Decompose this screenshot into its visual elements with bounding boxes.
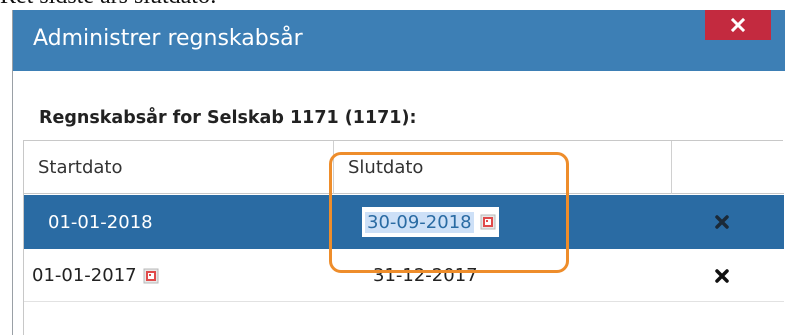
fiscal-years-grid: Startdato Slutdato 01-01-2018 30-09-2018 bbox=[23, 140, 784, 335]
end-date-cell[interactable]: 30-09-2018 bbox=[362, 195, 499, 249]
calendar-icon[interactable] bbox=[143, 268, 159, 284]
column-header-actions bbox=[672, 141, 784, 194]
table-row[interactable]: 01-01-2018 30-09-2018 bbox=[24, 195, 784, 249]
calendar-icon[interactable] bbox=[480, 214, 496, 230]
start-date-value: 01-01-2017 bbox=[32, 265, 137, 286]
page: Ret sidste års slutdato: Administrer reg… bbox=[0, 0, 785, 335]
end-date-cell[interactable]: 31-12-2017 bbox=[373, 250, 478, 301]
start-date-cell[interactable]: 01-01-2018 bbox=[48, 195, 153, 249]
delete-icon[interactable] bbox=[714, 214, 730, 230]
dialog-title: Administrer regnskabsår bbox=[33, 26, 303, 51]
end-date-value: 30-09-2018 bbox=[365, 211, 474, 233]
table-row[interactable]: 01-01-2017 31-12-2017 bbox=[24, 250, 784, 302]
delete-icon[interactable] bbox=[714, 268, 730, 284]
start-date-cell[interactable]: 01-01-2017 bbox=[32, 250, 163, 301]
end-date-input[interactable]: 30-09-2018 bbox=[362, 207, 499, 237]
start-date-input[interactable]: 01-01-2017 bbox=[32, 260, 163, 291]
section-heading: Regnskabsår for Selskab 1171 (1171): bbox=[39, 108, 417, 128]
close-icon bbox=[730, 17, 746, 33]
dialog-titlebar: Administrer regnskabsår bbox=[13, 10, 785, 71]
column-header-start-date[interactable]: Startdato bbox=[24, 141, 334, 194]
close-button[interactable] bbox=[705, 10, 771, 40]
column-header-end-date[interactable]: Slutdato bbox=[334, 141, 672, 194]
grid-header: Startdato Slutdato bbox=[24, 141, 784, 194]
